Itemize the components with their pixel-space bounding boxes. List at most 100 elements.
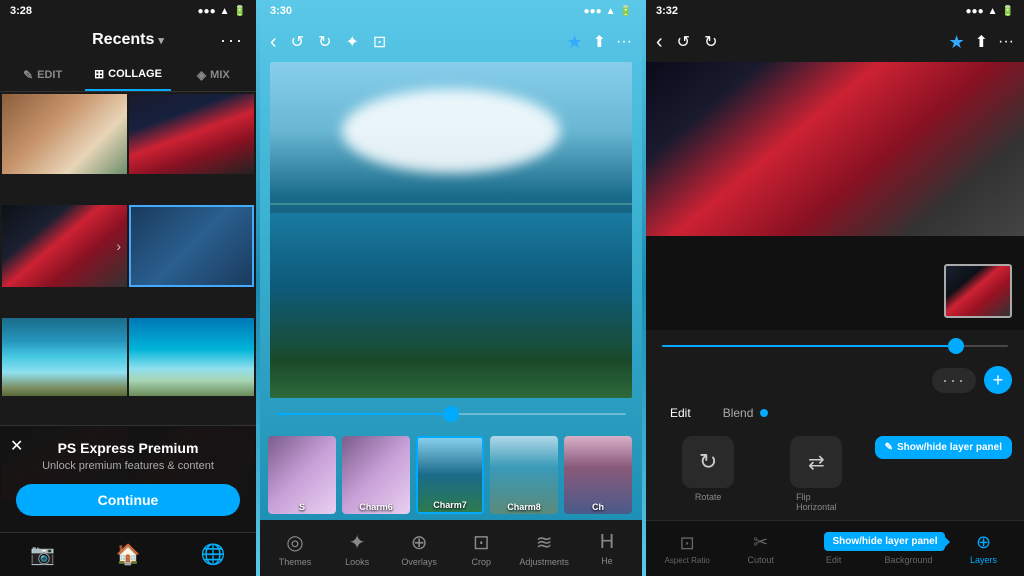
magic-icon[interactable]: ✦ [345,32,358,52]
water-area [270,213,632,398]
toolbar-left-p3: ‹ ↺ ↻ [656,31,717,54]
continue-button[interactable]: Continue [16,484,240,516]
flip-label: FlipHorizontal [796,492,837,512]
tool-crop[interactable]: ⊡ Crop [457,530,505,567]
edit-tab-btn[interactable]: Edit [658,402,703,424]
layer-thumbnail[interactable] [944,264,1012,318]
blend-dot [760,409,768,417]
layer-slider[interactable] [646,334,1024,358]
horizon-line [270,203,632,205]
more-icon-p3[interactable]: ··· [998,33,1014,51]
layer-slider-thumb[interactable] [948,338,964,354]
slider-track [276,413,626,415]
show-hide-layer-button[interactable]: ✎ Show/hide layer panel [875,436,1012,512]
edit-tool-label: Edit [826,555,842,565]
photo-cell-street1[interactable] [129,94,254,174]
filter-thumb-charm9[interactable]: Ch [564,436,632,514]
show-hide-label[interactable]: ✎ Show/hide layer panel [875,436,1012,459]
blend-tab-btn[interactable]: Blend [711,402,780,424]
flip-icon-box: ⇄ [790,436,842,488]
filter-thumb-charm8[interactable]: Charm8 [490,436,558,514]
back-button-p3[interactable]: ‹ [656,31,663,54]
status-bar-p3: 3:32 ●●● ▲ 🔋 [646,0,1024,22]
aspect-ratio-icon: ⊡ [680,533,695,554]
photo-canvas[interactable] [270,62,632,398]
menu-button-p1[interactable]: ··· [220,30,244,51]
cutout-icon: ✂ [753,532,768,553]
undo-icon-p3[interactable]: ↺ [677,32,690,52]
tab-edit[interactable]: ✎ EDIT [0,58,85,91]
background-icon: ◧ [900,532,917,553]
undo-icon[interactable]: ↺ [291,32,304,52]
close-button[interactable]: ✕ [10,436,23,456]
themes-label: Themes [279,557,312,567]
looks-icon: ✦ [349,530,366,555]
tool-edit[interactable]: ✎ Edit [812,532,856,565]
slider-thumb[interactable] [443,406,459,422]
filter-thumb-charm6[interactable]: Charm6 [342,436,410,514]
time-p2: 3:30 [270,5,292,17]
tab-mix[interactable]: ◈ MIX [171,58,256,91]
flip-button[interactable]: ⇄ FlipHorizontal [766,436,866,512]
redo-icon-p3[interactable]: ↻ [704,32,717,52]
recents-title: Recents [92,31,154,49]
redo-icon[interactable]: ↻ [318,32,331,52]
premium-banner: ✕ PS Express Premium Unlock premium feat… [0,425,256,532]
photo-cell-food[interactable] [2,94,127,174]
header-title[interactable]: Recents ▾ [92,31,164,49]
toolbar-left-p2: ‹ ↺ ↻ ✦ ⊡ [270,31,386,54]
tool-adjustments[interactable]: ≋ Adjustments [519,530,569,567]
layer-options-button[interactable]: ··· [932,368,976,393]
photo-cell-water2[interactable] [129,318,254,396]
aspect-ratio-label: Aspect Ratio [664,556,709,565]
compare-icon[interactable]: ⊡ [373,32,386,52]
photo-area-p3 [646,62,1024,330]
tool-looks[interactable]: ✦ Looks [333,530,381,567]
filter-strip: S Charm6 Charm7 Charm8 Ch [260,430,642,520]
photo-cell-water1[interactable] [2,318,127,396]
he-label: He [601,556,613,566]
star-icon-p3[interactable]: ★ [948,32,964,53]
share-icon[interactable]: ⬆ [593,32,606,52]
tool-aspect-ratio[interactable]: ⊡ Aspect Ratio [664,533,709,565]
star-icon[interactable]: ★ [566,32,582,53]
filter-thumb-charm7[interactable]: Charm7 [416,436,484,514]
status-icons-p2: ●●● ▲ 🔋 [584,6,632,17]
camera-icon[interactable]: 📷 [30,542,55,567]
toolbar-right-p3: ★ ⬆ ··· [948,32,1014,53]
filter-thumb-s5[interactable]: S [268,436,336,514]
bottom-tools-p3: ⊡ Aspect Ratio ✂ Cutout ✎ Edit ◧ Backgro… [646,520,1024,576]
panel-recents: 3:28 ●●● ▲ 🔋 Recents ▾ ··· ✎ EDIT ⊞ COLL… [0,0,256,576]
photo-cell-street2[interactable]: › [2,205,127,287]
photo-cell-thumb[interactable] [129,205,254,287]
rotate-label: Rotate [695,492,722,502]
status-icons-p1: ●●● ▲ 🔋 [198,6,246,17]
tool-cutout[interactable]: ✂ Cutout [739,532,783,565]
rotate-icon-box: ↻ [682,436,734,488]
more-icon[interactable]: ··· [616,33,632,51]
tabs-bar: ✎ EDIT ⊞ COLLAGE ◈ MIX [0,58,256,92]
intensity-slider[interactable] [260,402,642,426]
status-bar-p2: 3:30 ●●● ▲ 🔋 [260,0,642,22]
tab-collage[interactable]: ⊞ COLLAGE [85,58,170,91]
globe-icon[interactable]: 🌐 [201,542,226,567]
he-icon: H [600,531,614,554]
rotate-button[interactable]: ↻ Rotate [658,436,758,512]
adjustments-label: Adjustments [519,557,569,567]
tool-layers[interactable]: ⊕ Layers Show/hide layer panel [961,532,1005,565]
edit-icon: ✎ [23,68,33,82]
mix-icon: ◈ [197,68,206,82]
tool-overlays[interactable]: ⊕ Overlays [395,530,443,567]
tool-background[interactable]: ◧ Background [885,532,933,565]
layer-slider-fill [662,345,956,347]
home-icon[interactable]: 🏠 [116,542,141,567]
back-button-p2[interactable]: ‹ [270,31,277,54]
tool-themes[interactable]: ◎ Themes [271,530,319,567]
tool-he[interactable]: H He [583,531,631,566]
layers-icon: ⊕ [976,532,991,553]
add-layer-button[interactable]: + [984,366,1012,394]
share-icon-p3[interactable]: ⬆ [975,32,988,52]
header-bar-p1: Recents ▾ ··· [0,22,256,58]
layer-dots-bar: ··· + [646,362,1024,398]
collage-icon: ⊞ [94,67,104,81]
